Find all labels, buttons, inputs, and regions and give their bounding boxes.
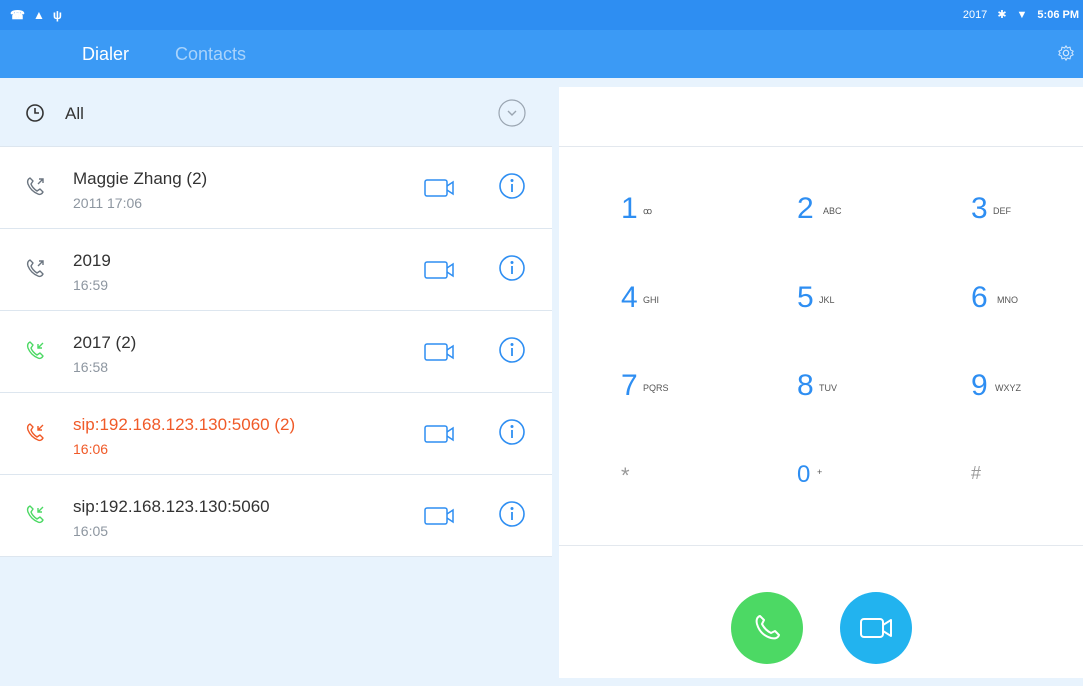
settings-gear-icon[interactable] (1057, 44, 1075, 62)
caller-name: 2019 (73, 251, 111, 270)
key-letters: JKL (819, 295, 835, 305)
call-button[interactable] (731, 592, 803, 664)
call-time: 16:59 (73, 277, 109, 293)
bluetooth-icon: ✱ (997, 9, 1007, 21)
status-time: 5:06 PM (1037, 8, 1079, 21)
caller-name: 2017 (2) (73, 333, 137, 352)
key-6[interactable]: 6 MNO (971, 281, 1083, 341)
divider (559, 545, 1083, 546)
dialpad: 1 ꝏ 2 ABC 3 DEF 4 GHI 5 JKL 6 MNO 7 PQRS… (559, 147, 1083, 545)
key-star[interactable]: * (621, 459, 751, 519)
call-row[interactable]: 2019 16:59 (0, 229, 552, 311)
info-icon[interactable] (498, 500, 526, 528)
key-digit: 6 (971, 281, 988, 314)
key-letters: MNO (997, 295, 1018, 305)
outgoing-call-icon (26, 177, 44, 196)
incoming-call-icon (26, 505, 44, 524)
warning-icon: ▲ (32, 8, 45, 22)
video-call-icon[interactable] (423, 423, 457, 445)
tab-contacts[interactable]: Contacts (175, 44, 246, 65)
dialpad-pane: 1 ꝏ 2 ABC 3 DEF 4 GHI 5 JKL 6 MNO 7 PQRS… (559, 87, 1083, 678)
key-digit: # (971, 463, 982, 483)
key-3[interactable]: 3 DEF (971, 192, 1083, 252)
key-hash[interactable]: # (971, 459, 1083, 519)
chevron-down-icon[interactable] (498, 99, 526, 127)
caller-name: Maggie Zhang (2) (73, 169, 208, 188)
key-2[interactable]: 2 ABC (797, 192, 927, 252)
video-call-icon[interactable] (423, 177, 457, 199)
key-0[interactable]: 0 + (797, 459, 927, 519)
key-digit: 7 (621, 369, 638, 402)
key-digit: * (621, 463, 630, 488)
video-call-button[interactable] (840, 592, 912, 664)
tab-dialer[interactable]: Dialer (82, 44, 129, 65)
info-icon[interactable] (498, 172, 526, 200)
key-letters: WXYZ (995, 383, 1021, 393)
clock-icon (26, 104, 44, 122)
key-digit: 0 (797, 461, 811, 488)
call-row[interactable]: Maggie Zhang (2) 2011 17:06 (0, 147, 552, 229)
sim-icon: ☎ (10, 8, 25, 22)
key-letters: TUV (819, 383, 837, 393)
info-icon[interactable] (498, 254, 526, 282)
key-letters: PQRS (643, 383, 669, 393)
usb-icon: ψ (52, 8, 62, 22)
key-letters: GHI (643, 295, 660, 305)
key-digit: 2 (797, 192, 814, 225)
status-bar: ☎ ▲ ψ 2017 ✱ ▼ 5:06 PM (0, 0, 1083, 30)
call-time: 2011 17:06 (73, 195, 143, 211)
call-time: 16:58 (73, 359, 109, 375)
video-call-icon[interactable] (423, 341, 457, 363)
key-1[interactable]: 1 ꝏ (621, 192, 751, 252)
caller-name: sip:192.168.123.130:5060 (2) (73, 415, 296, 434)
number-display[interactable] (559, 87, 1083, 147)
filter-label: All (65, 104, 84, 123)
video-camera-icon (860, 618, 892, 638)
key-digit: 5 (797, 281, 814, 314)
phone-icon (755, 615, 780, 640)
key-7[interactable]: 7 PQRS (621, 369, 751, 429)
call-row[interactable]: sip:192.168.123.130:5060 16:05 (0, 475, 552, 557)
outgoing-call-icon (26, 259, 44, 278)
key-digit: 9 (971, 369, 988, 402)
info-icon[interactable] (498, 336, 526, 364)
caller-name: sip:192.168.123.130:5060 (73, 497, 270, 516)
call-time: 16:05 (73, 523, 109, 539)
app-bar: Dialer Contacts (0, 30, 1083, 78)
key-letters: DEF (993, 206, 1011, 216)
key-9[interactable]: 9 WXYZ (971, 369, 1083, 429)
call-row[interactable]: 2017 (2) 16:58 (0, 311, 552, 393)
info-icon[interactable] (498, 418, 526, 446)
key-8[interactable]: 8 TUV (797, 369, 927, 429)
call-list: Maggie Zhang (2) 2011 17:06 2019 16:59 2… (0, 147, 552, 557)
status-text: 2017 (962, 8, 988, 21)
key-4[interactable]: 4 GHI (621, 281, 751, 341)
call-row[interactable]: sip:192.168.123.130:5060 (2) 16:06 (0, 393, 552, 475)
key-5[interactable]: 5 JKL (797, 281, 927, 341)
key-letters: ABC (823, 206, 842, 216)
key-digit: 4 (621, 281, 638, 314)
call-log-pane: All Maggie Zhang (2) 2011 17:06 2019 16:… (0, 78, 552, 686)
key-letters: + (817, 467, 823, 477)
key-digit: 8 (797, 369, 814, 402)
video-call-icon[interactable] (423, 259, 457, 281)
video-call-icon[interactable] (423, 505, 457, 527)
incoming-call-icon (26, 341, 44, 360)
wifi-icon: ▼ (1016, 8, 1028, 21)
voicemail-icon: ꝏ (643, 206, 653, 216)
key-digit: 1 (621, 192, 638, 225)
call-time: 16:06 (73, 441, 109, 457)
missed-call-icon (26, 423, 44, 442)
call-filter-row[interactable]: All (0, 78, 552, 147)
key-digit: 3 (971, 192, 988, 225)
